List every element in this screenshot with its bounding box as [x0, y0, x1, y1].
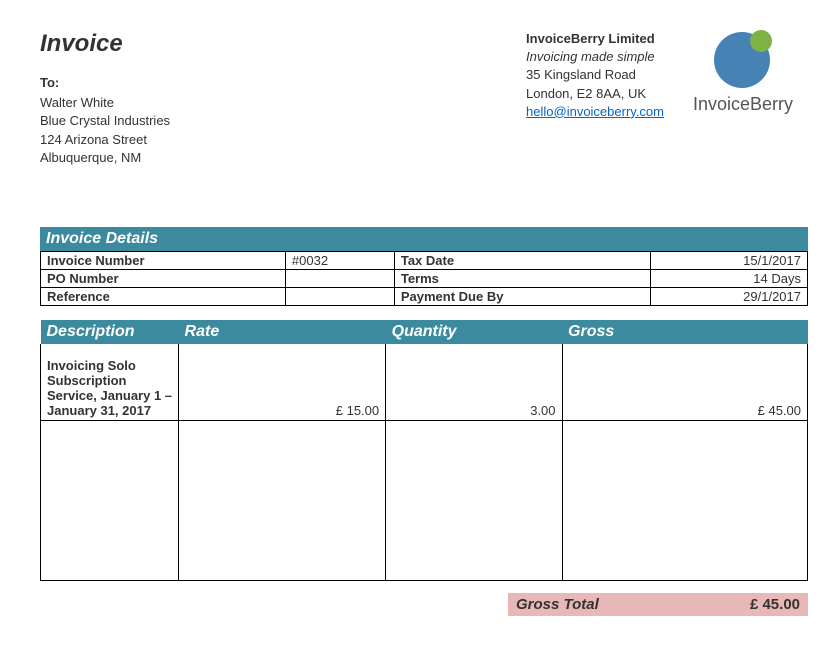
from-street: 35 Kingsland Road — [526, 66, 664, 84]
item-description: Invoicing Solo Subscription Service, Jan… — [41, 344, 179, 421]
label-tax-date: Tax Date — [394, 251, 650, 269]
item-quantity: 3.00 — [386, 344, 562, 421]
bill-to-block: To: Walter White Blue Crystal Industries… — [40, 74, 170, 167]
from-block: InvoiceBerry Limited Invoicing made simp… — [526, 30, 664, 121]
item-rate: £ 15.00 — [179, 344, 386, 421]
invoice-title: Invoice — [40, 30, 170, 58]
col-gross: Gross — [562, 320, 807, 344]
gross-total-value: £ 45.00 — [750, 596, 800, 613]
label-reference: Reference — [41, 287, 286, 305]
logo-icon — [714, 30, 772, 88]
col-description: Description — [41, 320, 179, 344]
value-tax-date: 15/1/2017 — [650, 251, 807, 269]
table-row: Invoicing Solo Subscription Service, Jan… — [41, 344, 808, 421]
label-invoice-number: Invoice Number — [41, 251, 286, 269]
gross-total-box: Gross Total £ 45.00 — [508, 593, 808, 616]
to-city: Albuquerque, NM — [40, 149, 170, 167]
to-label: To: — [40, 74, 170, 92]
to-street: 124 Arizona Street — [40, 131, 170, 149]
total-row: Gross Total £ 45.00 — [40, 593, 808, 616]
label-payment-due: Payment Due By — [394, 287, 650, 305]
col-quantity: Quantity — [386, 320, 562, 344]
logo: InvoiceBerry — [678, 30, 808, 115]
col-rate: Rate — [179, 320, 386, 344]
from-email-link[interactable]: hello@invoiceberry.com — [526, 104, 664, 119]
value-reference — [285, 287, 394, 305]
to-name: Walter White — [40, 94, 170, 112]
from-city: London, E2 8AA, UK — [526, 85, 664, 103]
from-company: InvoiceBerry Limited — [526, 30, 664, 48]
logo-text: InvoiceBerry — [678, 94, 808, 115]
gross-total-label: Gross Total — [516, 596, 750, 613]
to-company: Blue Crystal Industries — [40, 112, 170, 130]
line-items-table: Description Rate Quantity Gross Invoicin… — [40, 320, 808, 581]
from-tagline: Invoicing made simple — [526, 48, 664, 66]
value-terms: 14 Days — [650, 269, 807, 287]
invoice-details-table: Invoice Number #0032 Tax Date 15/1/2017 … — [40, 251, 808, 306]
invoice-details-header: Invoice Details — [40, 227, 808, 251]
value-invoice-number: #0032 — [285, 251, 394, 269]
item-gross: £ 45.00 — [562, 344, 807, 421]
value-po-number — [285, 269, 394, 287]
label-po-number: PO Number — [41, 269, 286, 287]
label-terms: Terms — [394, 269, 650, 287]
right-header: InvoiceBerry Limited Invoicing made simp… — [526, 30, 808, 167]
table-filler — [41, 420, 808, 580]
left-header: Invoice To: Walter White Blue Crystal In… — [40, 30, 170, 167]
header: Invoice To: Walter White Blue Crystal In… — [40, 30, 808, 167]
value-payment-due: 29/1/2017 — [650, 287, 807, 305]
